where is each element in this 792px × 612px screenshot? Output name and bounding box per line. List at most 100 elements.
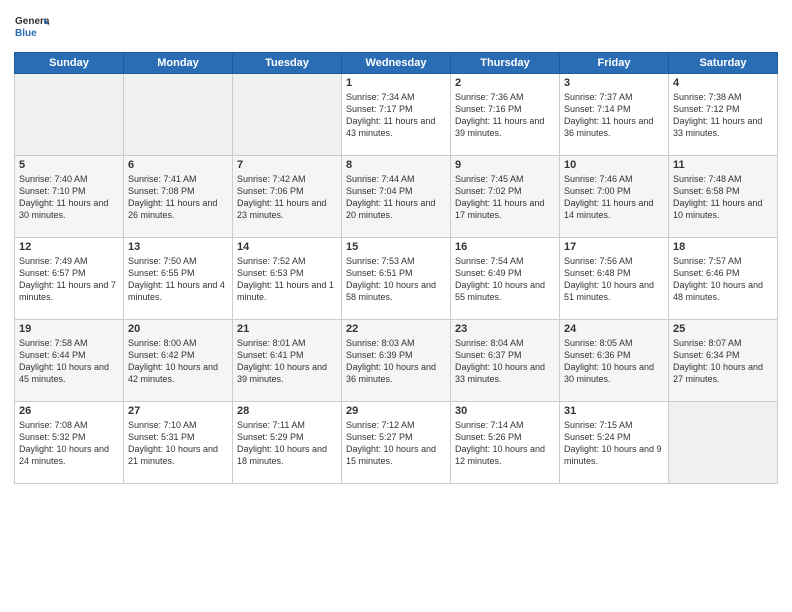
calendar-cell: 10Sunrise: 7:46 AM Sunset: 7:00 PM Dayli… bbox=[560, 156, 669, 238]
day-number: 2 bbox=[455, 77, 555, 89]
weekday-header: Saturday bbox=[669, 53, 778, 74]
calendar-week-row: 26 Sunrise: 7:08 AM Sunset: 5:32 PM Dayli… bbox=[15, 402, 778, 484]
calendar-cell: 2 Sunrise: 7:36 AM Sunset: 7:16 PM Daylig… bbox=[451, 74, 560, 156]
day-info: Sunrise: 7:46 AM Sunset: 7:00 PM Dayligh… bbox=[564, 173, 664, 222]
calendar-cell: 16 Sunrise: 7:54 AM Sunset: 6:49 PM Dayli… bbox=[451, 238, 560, 320]
day-number: 1 bbox=[346, 77, 446, 89]
calendar-week-row: 1Sunrise: 7:34 AM Sunset: 7:17 PM Daylig… bbox=[15, 74, 778, 156]
day-info: Sunrise: 7:58 AM Sunset: 6:44 PM Dayligh… bbox=[19, 337, 119, 386]
header: General Blue bbox=[14, 10, 778, 46]
day-info: Sunrise: 7:42 AM Sunset: 7:06 PM Dayligh… bbox=[237, 173, 337, 222]
weekday-header: Friday bbox=[560, 53, 669, 74]
calendar-cell: 25 Sunrise: 8:07 AM Sunset: 6:34 PM Dayli… bbox=[669, 320, 778, 402]
day-number: 20 bbox=[128, 323, 228, 335]
day-number: 8 bbox=[346, 159, 446, 171]
calendar-cell: 22 Sunrise: 8:03 AM Sunset: 6:39 PM Dayli… bbox=[342, 320, 451, 402]
day-number: 11 bbox=[673, 159, 773, 171]
day-number: 5 bbox=[19, 159, 119, 171]
day-number: 14 bbox=[237, 241, 337, 253]
day-info: Sunrise: 7:12 AM Sunset: 5:27 PM Dayligh… bbox=[346, 419, 446, 468]
day-number: 16 bbox=[455, 241, 555, 253]
calendar-cell bbox=[124, 74, 233, 156]
day-number: 17 bbox=[564, 241, 664, 253]
calendar-cell: 17 Sunrise: 7:56 AM Sunset: 6:48 PM Dayli… bbox=[560, 238, 669, 320]
calendar-cell: 12 Sunrise: 7:49 AM Sunset: 6:57 PM Dayli… bbox=[15, 238, 124, 320]
day-number: 3 bbox=[564, 77, 664, 89]
calendar-week-row: 19 Sunrise: 7:58 AM Sunset: 6:44 PM Dayli… bbox=[15, 320, 778, 402]
calendar-cell bbox=[233, 74, 342, 156]
weekday-header: Wednesday bbox=[342, 53, 451, 74]
calendar-cell bbox=[669, 402, 778, 484]
calendar-cell: 7 Sunrise: 7:42 AM Sunset: 7:06 PM Daylig… bbox=[233, 156, 342, 238]
weekday-header: Tuesday bbox=[233, 53, 342, 74]
day-number: 31 bbox=[564, 405, 664, 417]
day-info: Sunrise: 7:15 AM Sunset: 5:24 PM Dayligh… bbox=[564, 419, 664, 468]
calendar-cell: 4 Sunrise: 7:38 AM Sunset: 7:12 PM Daylig… bbox=[669, 74, 778, 156]
day-info: Sunrise: 7:53 AM Sunset: 6:51 PM Dayligh… bbox=[346, 255, 446, 304]
day-info: Sunrise: 7:56 AM Sunset: 6:48 PM Dayligh… bbox=[564, 255, 664, 304]
day-number: 28 bbox=[237, 405, 337, 417]
svg-text:Blue: Blue bbox=[15, 28, 37, 39]
day-info: Sunrise: 7:10 AM Sunset: 5:31 PM Dayligh… bbox=[128, 419, 228, 468]
calendar-cell: 13 Sunrise: 7:50 AM Sunset: 6:55 PM Dayli… bbox=[124, 238, 233, 320]
calendar-cell: 30 Sunrise: 7:14 AM Sunset: 5:26 PM Dayli… bbox=[451, 402, 560, 484]
day-number: 21 bbox=[237, 323, 337, 335]
logo: General Blue bbox=[14, 10, 50, 46]
day-info: Sunrise: 7:08 AM Sunset: 5:32 PM Dayligh… bbox=[19, 419, 119, 468]
page-container: General Blue SundayMondayTuesdayWednesda… bbox=[0, 0, 792, 612]
day-info: Sunrise: 7:36 AM Sunset: 7:16 PM Dayligh… bbox=[455, 91, 555, 140]
weekday-header: Sunday bbox=[15, 53, 124, 74]
calendar-week-row: 5 Sunrise: 7:40 AM Sunset: 7:10 PM Daylig… bbox=[15, 156, 778, 238]
calendar-cell: 14 Sunrise: 7:52 AM Sunset: 6:53 PM Dayli… bbox=[233, 238, 342, 320]
day-info: Sunrise: 7:11 AM Sunset: 5:29 PM Dayligh… bbox=[237, 419, 337, 468]
day-number: 9 bbox=[455, 159, 555, 171]
calendar-cell: 26 Sunrise: 7:08 AM Sunset: 5:32 PM Dayli… bbox=[15, 402, 124, 484]
day-number: 29 bbox=[346, 405, 446, 417]
day-number: 6 bbox=[128, 159, 228, 171]
day-number: 19 bbox=[19, 323, 119, 335]
day-number: 25 bbox=[673, 323, 773, 335]
day-info: Sunrise: 8:03 AM Sunset: 6:39 PM Dayligh… bbox=[346, 337, 446, 386]
calendar-cell: 6 Sunrise: 7:41 AM Sunset: 7:08 PM Daylig… bbox=[124, 156, 233, 238]
calendar-cell: 19 Sunrise: 7:58 AM Sunset: 6:44 PM Dayli… bbox=[15, 320, 124, 402]
calendar-cell: 28 Sunrise: 7:11 AM Sunset: 5:29 PM Dayli… bbox=[233, 402, 342, 484]
day-info: Sunrise: 7:54 AM Sunset: 6:49 PM Dayligh… bbox=[455, 255, 555, 304]
day-number: 24 bbox=[564, 323, 664, 335]
day-number: 23 bbox=[455, 323, 555, 335]
calendar-cell: 8Sunrise: 7:44 AM Sunset: 7:04 PM Daylig… bbox=[342, 156, 451, 238]
day-number: 13 bbox=[128, 241, 228, 253]
day-info: Sunrise: 8:05 AM Sunset: 6:36 PM Dayligh… bbox=[564, 337, 664, 386]
day-info: Sunrise: 7:40 AM Sunset: 7:10 PM Dayligh… bbox=[19, 173, 119, 222]
weekday-header: Monday bbox=[124, 53, 233, 74]
day-info: Sunrise: 7:50 AM Sunset: 6:55 PM Dayligh… bbox=[128, 255, 228, 304]
day-info: Sunrise: 7:14 AM Sunset: 5:26 PM Dayligh… bbox=[455, 419, 555, 468]
calendar-cell: 5 Sunrise: 7:40 AM Sunset: 7:10 PM Daylig… bbox=[15, 156, 124, 238]
day-info: Sunrise: 7:37 AM Sunset: 7:14 PM Dayligh… bbox=[564, 91, 664, 140]
day-number: 12 bbox=[19, 241, 119, 253]
day-info: Sunrise: 7:38 AM Sunset: 7:12 PM Dayligh… bbox=[673, 91, 773, 140]
calendar-cell: 29 Sunrise: 7:12 AM Sunset: 5:27 PM Dayli… bbox=[342, 402, 451, 484]
day-number: 22 bbox=[346, 323, 446, 335]
day-number: 7 bbox=[237, 159, 337, 171]
day-number: 30 bbox=[455, 405, 555, 417]
day-info: Sunrise: 7:41 AM Sunset: 7:08 PM Dayligh… bbox=[128, 173, 228, 222]
calendar-table: SundayMondayTuesdayWednesdayThursdayFrid… bbox=[14, 52, 778, 484]
calendar-cell: 15Sunrise: 7:53 AM Sunset: 6:51 PM Dayli… bbox=[342, 238, 451, 320]
calendar-cell: 24 Sunrise: 8:05 AM Sunset: 6:36 PM Dayli… bbox=[560, 320, 669, 402]
calendar-cell: 21 Sunrise: 8:01 AM Sunset: 6:41 PM Dayli… bbox=[233, 320, 342, 402]
day-info: Sunrise: 8:01 AM Sunset: 6:41 PM Dayligh… bbox=[237, 337, 337, 386]
weekday-header-row: SundayMondayTuesdayWednesdayThursdayFrid… bbox=[15, 53, 778, 74]
day-info: Sunrise: 8:07 AM Sunset: 6:34 PM Dayligh… bbox=[673, 337, 773, 386]
calendar-cell: 23 Sunrise: 8:04 AM Sunset: 6:37 PM Dayli… bbox=[451, 320, 560, 402]
day-number: 4 bbox=[673, 77, 773, 89]
day-number: 18 bbox=[673, 241, 773, 253]
calendar-cell: 18Sunrise: 7:57 AM Sunset: 6:46 PM Dayli… bbox=[669, 238, 778, 320]
day-info: Sunrise: 7:49 AM Sunset: 6:57 PM Dayligh… bbox=[19, 255, 119, 304]
day-info: Sunrise: 7:45 AM Sunset: 7:02 PM Dayligh… bbox=[455, 173, 555, 222]
day-info: Sunrise: 7:48 AM Sunset: 6:58 PM Dayligh… bbox=[673, 173, 773, 222]
day-info: Sunrise: 8:04 AM Sunset: 6:37 PM Dayligh… bbox=[455, 337, 555, 386]
logo-svg: General Blue bbox=[14, 10, 50, 46]
day-info: Sunrise: 7:52 AM Sunset: 6:53 PM Dayligh… bbox=[237, 255, 337, 304]
day-number: 26 bbox=[19, 405, 119, 417]
weekday-header: Thursday bbox=[451, 53, 560, 74]
